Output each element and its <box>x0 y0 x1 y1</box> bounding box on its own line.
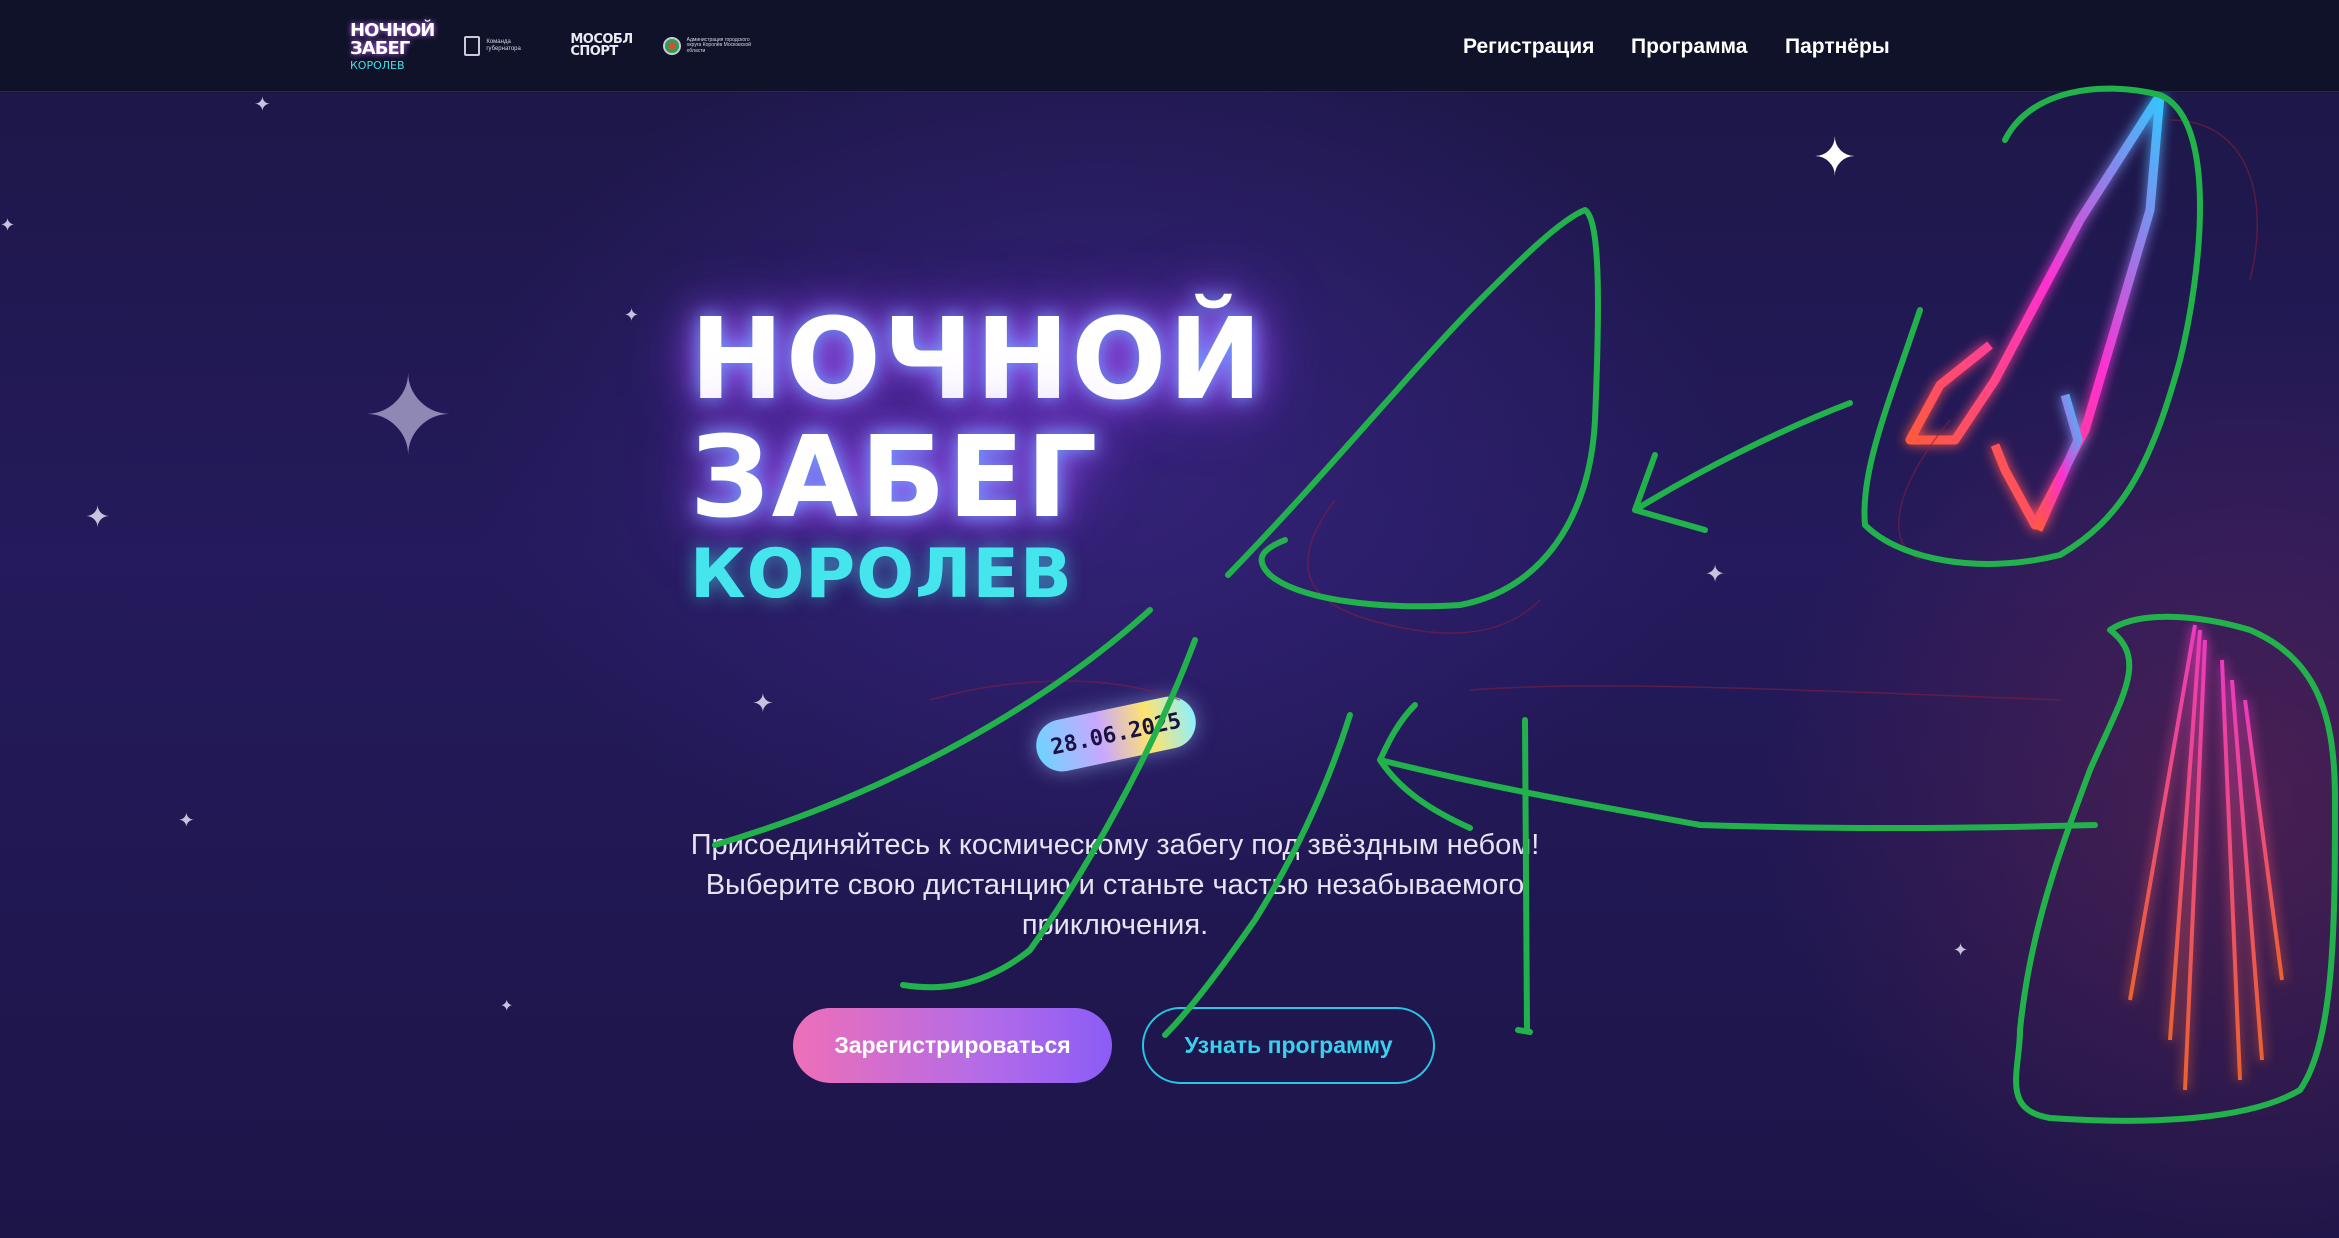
register-button[interactable]: Зарегистрироваться <box>793 1008 1112 1083</box>
site-header: НОЧНОЙ ЗАБЕГ КОРОЛЕВ Команда губернатора… <box>0 0 2339 92</box>
nav-link-program[interactable]: Программа <box>1631 27 1747 67</box>
hero-title-line-2: ЗАБЕГ <box>690 413 1100 543</box>
sparkle-star-icon: ✦ <box>1705 561 1726 588</box>
hero-description: Присоединяйтесь к космическому забегу по… <box>690 829 1540 941</box>
hero-title-line-1: НОЧНОЙ <box>690 295 1265 425</box>
sparkle-star-icon: ✦ <box>0 215 16 235</box>
sparkle-star-icon: ✦ <box>752 688 774 718</box>
nav-link-partners[interactable]: Партнёры <box>1785 27 1890 67</box>
sparkle-star-icon: ✦ <box>178 810 195 832</box>
hero-title: НОЧНОЙ ЗАБЕГ КОРОЛЕВ <box>690 285 1262 615</box>
sparkle-star-icon: ✦ <box>624 305 640 325</box>
hero-title-line-3: КОРОЛЕВ <box>690 535 1073 614</box>
main-nav: Регистрация Программа Партнёры <box>0 27 2339 67</box>
sparkle-star-icon: ✦ <box>254 94 271 116</box>
sparkle-star-icon: ✦ <box>362 355 455 478</box>
sparkle-star-icon: ✦ <box>1813 129 1857 187</box>
sparkle-star-icon: ✦ <box>1953 940 1969 960</box>
nav-link-registration[interactable]: Регистрация <box>1463 27 1594 67</box>
sparkle-star-icon: ✦ <box>85 501 111 534</box>
sparkle-star-icon: ✦ <box>500 998 514 1015</box>
view-program-button[interactable]: Узнать программу <box>1142 1007 1435 1084</box>
